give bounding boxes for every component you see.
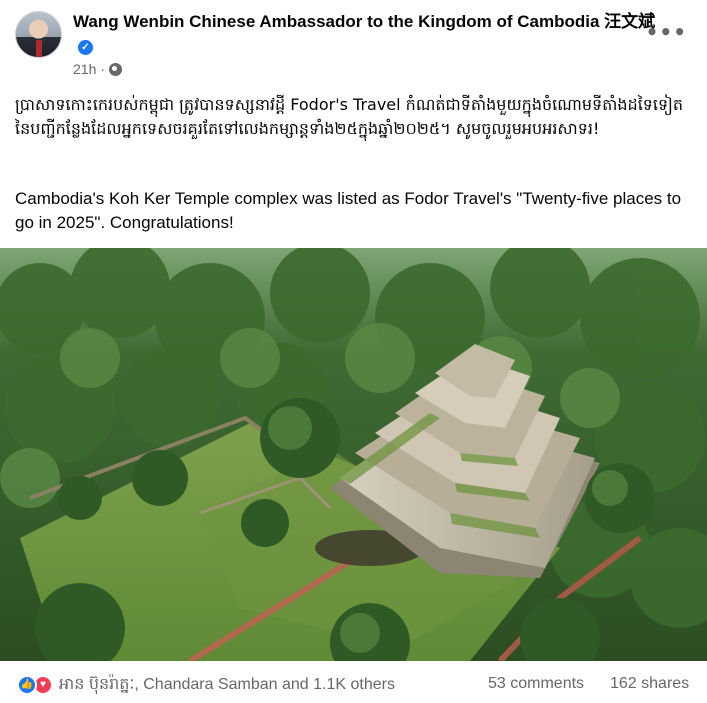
comments-count[interactable]: 53 comments bbox=[488, 675, 584, 693]
reactions-summary[interactable]: 👍 ♥ អាន ប៊ុនរ៉ាត្នៈ, Chandara Samban and… bbox=[17, 673, 395, 697]
author-name-text[interactable]: Wang Wenbin Chinese Ambassador to the Ki… bbox=[73, 12, 655, 31]
author-name[interactable]: Wang Wenbin Chinese Ambassador to the Ki… bbox=[73, 11, 658, 55]
facebook-post: Wang Wenbin Chinese Ambassador to the Ki… bbox=[0, 0, 707, 703]
post-text-english: Cambodia's Koh Ker Temple complex was li… bbox=[15, 189, 682, 232]
post-footer: 👍 ♥ អាន ប៊ុនរ៉ាត្នៈ, Chandara Samban and… bbox=[0, 662, 707, 703]
verified-badge-icon: ✓ bbox=[78, 40, 93, 55]
temple-aerial-image bbox=[0, 248, 707, 661]
reactors-text[interactable]: អាន ប៊ុនរ៉ាត្នៈ, Chandara Samban and 1.1… bbox=[59, 673, 395, 697]
globe-icon bbox=[109, 62, 123, 76]
post-timestamp[interactable]: 21h bbox=[73, 61, 96, 77]
like-icon: 👍 bbox=[17, 675, 37, 695]
more-options-icon[interactable]: ••• bbox=[646, 20, 687, 44]
author-avatar[interactable] bbox=[15, 11, 62, 58]
shares-count[interactable]: 162 shares bbox=[610, 675, 689, 693]
post-photo[interactable] bbox=[0, 248, 707, 661]
post-text-khmer: ប្រាសាទកោះកេរបស់កម្ពុជា ត្រូវបានទស្សនាវដ… bbox=[15, 95, 684, 138]
post-meta: 21h · bbox=[73, 61, 123, 77]
post-header: Wang Wenbin Chinese Ambassador to the Ki… bbox=[0, 0, 707, 86]
